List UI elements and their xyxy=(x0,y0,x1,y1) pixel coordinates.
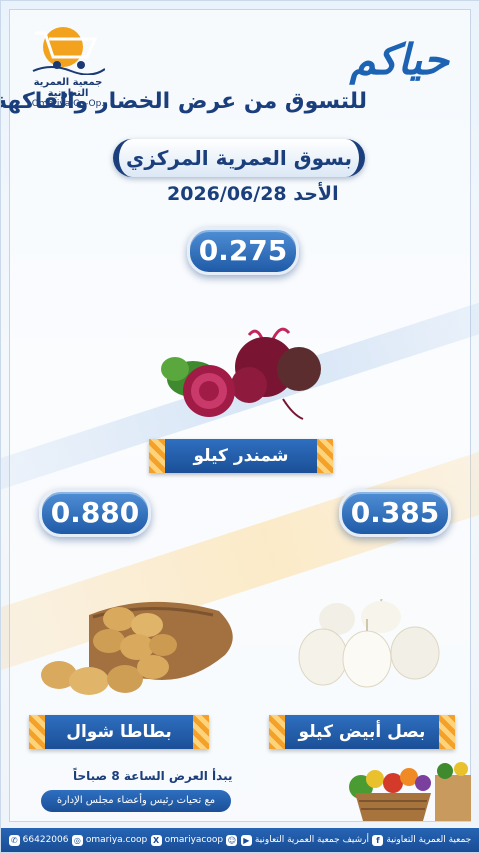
whatsapp-icon: ✆ xyxy=(8,834,20,846)
instagram-icon: ◎ xyxy=(71,834,83,846)
social-instagram[interactable]: ◎ omariya.coop xyxy=(71,834,148,846)
product-label: بصل أبيض كيلو xyxy=(269,715,455,749)
social-text: omariyacoop xyxy=(164,835,224,845)
social-text: أرشيف جمعية العمرية التعاونية xyxy=(254,835,369,845)
offer-date: الأحد 2026/06/28 xyxy=(167,183,339,205)
greeting-title: حياكم xyxy=(349,35,449,84)
price-badge: 0.275 xyxy=(187,227,299,275)
social-facebook[interactable]: f جمعية العمرية التعاونية xyxy=(372,834,472,846)
offer-start-time: يبدأ العرض الساعة 8 صباحاً xyxy=(73,769,233,783)
youtube-icon: ▶ xyxy=(240,834,252,846)
product-label: بطاطا شوال xyxy=(29,715,209,749)
cart-logo-icon xyxy=(32,27,105,75)
social-text: جمعية العمرية التعاونية xyxy=(386,835,472,845)
market-name-badge: بسوق العمرية المركزي xyxy=(113,139,365,177)
board-greeting-note: مع تحيات رئيس وأعضاء مجلس الإدارة xyxy=(41,790,231,812)
social-x[interactable]: X omariyacoop xyxy=(150,834,224,846)
social-bar: ✆ 66422006 ◎ omariya.coop X omariyacoop … xyxy=(1,828,479,852)
potato-sack-image xyxy=(41,601,233,695)
price-badge: 0.385 xyxy=(339,489,451,537)
offer-subtitle: للتسوق من عرض الخضار والفاكهة xyxy=(0,89,367,114)
price-badge: 0.880 xyxy=(39,489,151,537)
facebook-icon: f xyxy=(372,834,384,846)
product-label: شمندر كيلو xyxy=(149,439,333,473)
social-snapchat[interactable]: ☺ xyxy=(226,834,238,846)
social-text: 66422006 xyxy=(22,835,69,845)
snapchat-icon: ☺ xyxy=(226,834,238,846)
social-text: omariya.coop xyxy=(85,835,148,845)
offer-poster: جمعية العمرية التعاونية Omariya Co-Op. ح… xyxy=(0,0,480,853)
fruit-basket-image xyxy=(349,762,471,821)
beetroot-image xyxy=(161,327,321,420)
social-youtube[interactable]: ▶ أرشيف جمعية العمرية التعاونية xyxy=(240,834,369,846)
x-twitter-icon: X xyxy=(150,834,162,846)
white-onions-image xyxy=(298,599,440,688)
social-whatsapp[interactable]: ✆ 66422006 xyxy=(8,834,69,846)
